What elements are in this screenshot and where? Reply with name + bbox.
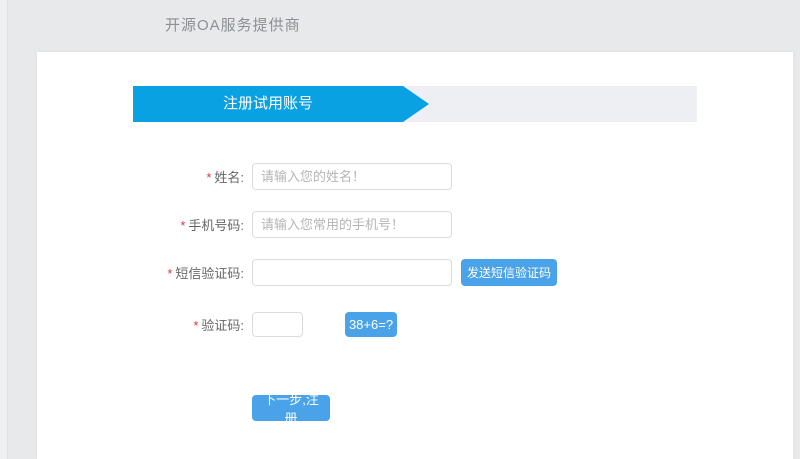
step-label: 注册试用账号 xyxy=(222,95,313,112)
step-active-banner: 注册试用账号 xyxy=(133,86,429,122)
next-register-button[interactable]: 下一步,注册 xyxy=(252,392,330,426)
phone-label: * 手机号码: xyxy=(37,215,244,234)
name-input[interactable] xyxy=(252,163,452,190)
form-row-name: * 姓名: xyxy=(37,163,793,190)
register-form: *姓名: *手机号码: *短信验证码: 发送短信验证码 *验证码: 38+6=?… xyxy=(37,163,793,426)
required-asterisk: * xyxy=(167,266,173,281)
form-row-submit: 下一步,注册 xyxy=(37,392,793,426)
captcha-input[interactable] xyxy=(252,312,303,337)
captcha-question-button[interactable]: 38+6=? xyxy=(345,312,397,337)
form-row-sms-code: * 短信验证码: 发送短信验证码 xyxy=(37,259,793,286)
send-sms-code-button[interactable]: 发送短信验证码 xyxy=(461,259,557,286)
sms-code-label: * 短信验证码: xyxy=(37,263,244,282)
sms-code-label-text: 短信验证码: xyxy=(175,266,244,281)
phone-label-text: 手机号码: xyxy=(188,218,244,233)
left-edge-strip xyxy=(0,0,8,459)
required-asterisk: * xyxy=(180,218,186,233)
site-header: 开源OA服务提供商 xyxy=(0,0,800,52)
required-asterisk: * xyxy=(193,318,199,333)
name-label: * 姓名: xyxy=(37,167,244,186)
required-asterisk: * xyxy=(206,170,212,185)
form-row-phone: * 手机号码: xyxy=(37,211,793,238)
phone-input[interactable] xyxy=(252,211,452,238)
captcha-label-text: 验证码: xyxy=(201,318,244,333)
sms-code-input[interactable] xyxy=(252,259,452,286)
captcha-label: * 验证码: xyxy=(37,315,244,334)
name-label-text: 姓名: xyxy=(214,170,244,185)
form-row-captcha: * 验证码: 38+6=? xyxy=(37,312,793,337)
brand-title: 开源OA服务提供商 xyxy=(165,17,301,34)
register-card: 注册试用账号 *姓名: *手机号码: *短信验证码: 发送短信验证码 *验证码:… xyxy=(37,52,793,459)
steps-track: 注册试用账号 xyxy=(133,86,697,122)
